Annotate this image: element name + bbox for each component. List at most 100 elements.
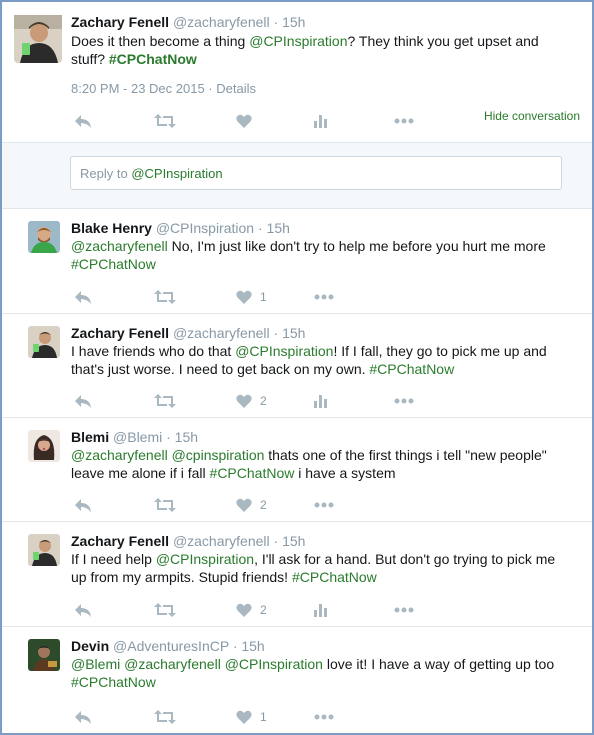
tweet-header: Blake Henry @CPInspiration · 15h [71, 220, 290, 236]
more-button[interactable] [314, 496, 334, 514]
reply-button[interactable] [74, 496, 92, 514]
reply-mention: @CPInspiration [131, 166, 223, 181]
reply-tweet[interactable]: Zachary Fenell @zacharyfenell · 15h I ha… [2, 314, 592, 418]
main-tweet[interactable]: Zachary Fenell @zacharyfenell · 15h Does… [2, 2, 592, 143]
analytics-icon [313, 114, 327, 128]
avatar[interactable] [28, 221, 60, 253]
tweet-actions: 1 [74, 708, 374, 726]
reply-tweet[interactable]: Devin @AdventuresInCP · 15h @Blemi @zach… [2, 627, 592, 733]
hashtag-link[interactable]: #CPChatNow [71, 674, 156, 690]
reply-input[interactable]: Reply to @CPInspiration [70, 156, 562, 190]
more-button[interactable] [314, 288, 334, 306]
mention-link[interactable]: @CPInspiration [249, 33, 347, 49]
tweet-text: @Blemi @zacharyfenell @CPInspiration lov… [71, 655, 571, 691]
retweet-button[interactable] [154, 392, 176, 410]
hashtag-link[interactable]: #CPChatNow [71, 256, 156, 272]
analytics-button[interactable] [313, 601, 327, 619]
like-button[interactable]: 1 [236, 288, 267, 306]
tweet-actions: 2 [74, 392, 414, 410]
author-handle[interactable]: @zacharyfenell [173, 14, 270, 30]
like-button[interactable]: 2 [236, 601, 267, 619]
tweet-header: Blemi @Blemi · 15h [71, 429, 198, 445]
reply-tweet[interactable]: Zachary Fenell @zacharyfenell · 15h If I… [2, 522, 592, 627]
retweet-icon [154, 602, 176, 618]
mention-link[interactable]: @zacharyfenell [124, 656, 221, 672]
conversation-frame: Zachary Fenell @zacharyfenell · 15h Does… [0, 0, 594, 735]
reply-icon [74, 113, 92, 129]
heart-icon [236, 603, 252, 618]
more-button[interactable] [394, 601, 414, 619]
tweet-time[interactable]: · 15h [258, 220, 290, 236]
tweet-timestamp: 8:20 PM - 23 Dec 2015 · [71, 81, 217, 96]
hashtag-link[interactable]: #CPChatNow [369, 361, 454, 377]
mention-link[interactable]: @Blemi [71, 656, 120, 672]
tweet-time[interactable]: · 15h [233, 638, 265, 654]
author-handle[interactable]: @CPInspiration [156, 220, 254, 236]
reply-tweet[interactable]: Blemi @Blemi · 15h @zacharyfenell @cpins… [2, 418, 592, 522]
retweet-button[interactable] [154, 708, 176, 726]
hashtag-link[interactable]: #CPChatNow [292, 569, 377, 585]
tweet-time[interactable]: · 15h [274, 14, 306, 30]
mention-link[interactable]: @CPInspiration [225, 656, 323, 672]
author-name[interactable]: Blemi [71, 429, 109, 445]
reply-button[interactable] [74, 708, 92, 726]
like-count: 1 [260, 290, 267, 304]
heart-icon [236, 290, 252, 305]
like-button[interactable]: 2 [236, 392, 267, 410]
mention-link[interactable]: @zacharyfenell [71, 238, 168, 254]
analytics-button[interactable] [313, 112, 327, 130]
retweet-button[interactable] [154, 496, 176, 514]
reply-icon [74, 709, 92, 725]
more-icon [314, 714, 334, 720]
author-handle[interactable]: @AdventuresInCP [113, 638, 229, 654]
mention-link[interactable]: @zacharyfenell [71, 447, 168, 463]
reply-button[interactable] [74, 288, 92, 306]
like-button[interactable]: 1 [236, 708, 267, 726]
avatar[interactable] [14, 15, 62, 63]
like-button[interactable] [236, 112, 252, 130]
mention-link[interactable]: @CPInspiration [156, 551, 254, 567]
author-handle[interactable]: @Blemi [113, 429, 162, 445]
hashtag-link[interactable]: #CPChatNow [210, 465, 295, 481]
more-button[interactable] [394, 112, 414, 130]
tweet-time[interactable]: · 15h [166, 429, 198, 445]
reply-button[interactable] [74, 601, 92, 619]
author-handle[interactable]: @zacharyfenell [173, 533, 270, 549]
retweet-button[interactable] [154, 112, 176, 130]
analytics-button[interactable] [313, 392, 327, 410]
more-icon [394, 398, 414, 404]
avatar[interactable] [28, 430, 60, 462]
retweet-button[interactable] [154, 288, 176, 306]
avatar[interactable] [28, 534, 60, 566]
hashtag-link[interactable]: #CPChatNow [109, 51, 197, 67]
tweet-header: Zachary Fenell @zacharyfenell · 15h [71, 533, 305, 549]
reply-tweet[interactable]: Blake Henry @CPInspiration · 15h @zachar… [2, 209, 592, 314]
reply-placeholder: Reply to [80, 166, 132, 181]
more-button[interactable] [394, 392, 414, 410]
tweet-time[interactable]: · 15h [274, 533, 306, 549]
avatar[interactable] [28, 639, 60, 671]
retweet-icon [154, 289, 176, 305]
more-icon [314, 502, 334, 508]
tweet-actions [74, 112, 424, 130]
author-name[interactable]: Devin [71, 638, 109, 654]
hide-conversation-link[interactable]: Hide conversation [484, 109, 580, 123]
text-segment: I have friends who do that [71, 343, 236, 359]
author-name[interactable]: Zachary Fenell [71, 325, 169, 341]
reply-button[interactable] [74, 112, 92, 130]
author-name[interactable]: Zachary Fenell [71, 533, 169, 549]
retweet-button[interactable] [154, 601, 176, 619]
tweet-time[interactable]: · 15h [274, 325, 306, 341]
like-button[interactable]: 2 [236, 496, 267, 514]
author-name[interactable]: Zachary Fenell [71, 14, 169, 30]
avatar[interactable] [28, 326, 60, 358]
details-link[interactable]: Details [216, 81, 256, 96]
author-handle[interactable]: @zacharyfenell [173, 325, 270, 341]
mention-link[interactable]: @cpinspiration [172, 447, 265, 463]
tweet-text: @zacharyfenell @cpinspiration thats one … [71, 446, 571, 482]
author-name[interactable]: Blake Henry [71, 220, 152, 236]
more-icon [394, 607, 414, 613]
more-button[interactable] [314, 708, 334, 726]
reply-button[interactable] [74, 392, 92, 410]
mention-link[interactable]: @CPInspiration [235, 343, 333, 359]
